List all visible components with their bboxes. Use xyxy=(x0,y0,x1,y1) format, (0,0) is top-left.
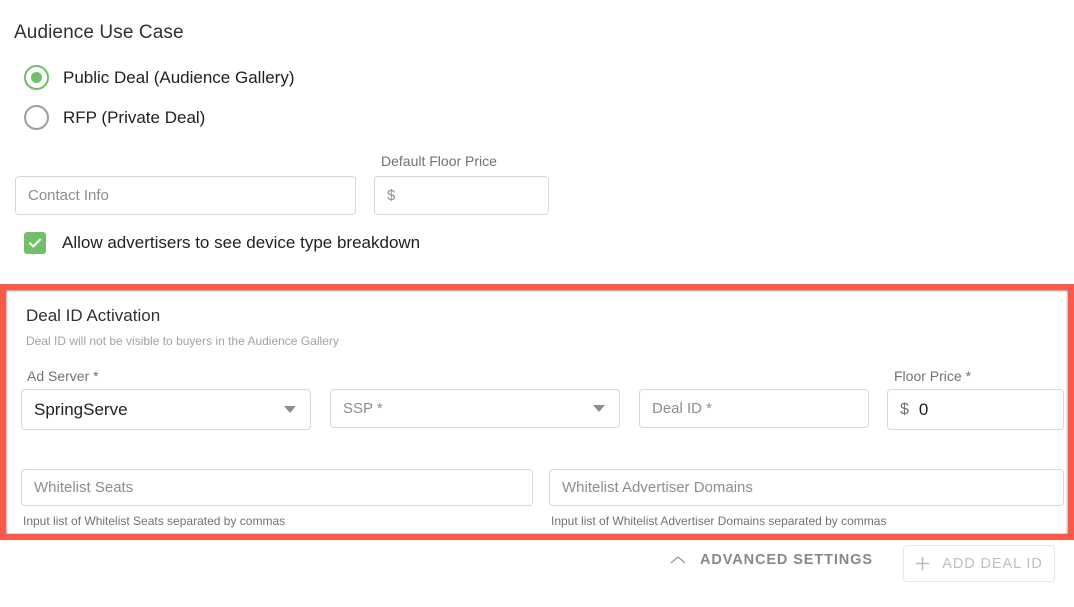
ad-server-select[interactable]: SpringServe xyxy=(21,389,311,430)
checkbox-checked-icon[interactable] xyxy=(24,232,46,254)
deal-id-activation-panel-body: Deal ID Activation Deal ID will not be v… xyxy=(6,290,1068,534)
ssp-select[interactable]: SSP * xyxy=(330,389,620,428)
device-type-breakdown-checkbox-row[interactable]: Allow advertisers to see device type bre… xyxy=(24,232,420,254)
advanced-settings-toggle[interactable]: ADVANCED SETTINGS xyxy=(670,552,873,568)
whitelist-advertiser-domains-input[interactable]: Whitelist Advertiser Domains xyxy=(549,469,1064,506)
contact-info-placeholder: Contact Info xyxy=(28,187,109,204)
audience-use-case-form: Audience Use Case Public Deal (Audience … xyxy=(0,0,1074,607)
floor-price-input[interactable]: $ 0 xyxy=(887,389,1064,430)
add-deal-id-button[interactable]: ADD DEAL ID xyxy=(903,545,1055,582)
currency-symbol: $ xyxy=(387,187,396,204)
whitelist-seats-placeholder: Whitelist Seats xyxy=(34,479,134,496)
deal-id-activation-subtitle: Deal ID will not be visible to buyers in… xyxy=(26,334,339,348)
deal-id-activation-title: Deal ID Activation xyxy=(26,306,161,325)
whitelist-seats-input[interactable]: Whitelist Seats xyxy=(21,469,533,506)
radio-public-deal-icon[interactable] xyxy=(24,65,49,90)
floor-price-label: Floor Price * xyxy=(894,368,972,384)
chevron-down-icon[interactable] xyxy=(284,406,296,413)
radio-rfp-icon[interactable] xyxy=(24,105,49,130)
whitelist-seats-hint: Input list of Whitelist Seats separated … xyxy=(23,514,286,528)
whitelist-advertiser-domains-hint: Input list of Whitelist Advertiser Domai… xyxy=(551,514,887,528)
whitelist-advertiser-domains-placeholder: Whitelist Advertiser Domains xyxy=(562,479,753,496)
deal-id-activation-panel: Deal ID Activation Deal ID will not be v… xyxy=(0,284,1074,540)
floor-price-value: 0 xyxy=(918,399,929,419)
ad-server-label: Ad Server * xyxy=(27,368,99,384)
add-deal-id-label: ADD DEAL ID xyxy=(942,555,1043,572)
page-title: Audience Use Case xyxy=(14,22,184,43)
default-floor-price-label: Default Floor Price xyxy=(381,153,497,169)
ad-server-value: SpringServe xyxy=(34,399,128,419)
advanced-settings-label: ADVANCED SETTINGS xyxy=(700,552,873,568)
radio-option-label: Public Deal (Audience Gallery) xyxy=(63,67,295,87)
radio-option-label: RFP (Private Deal) xyxy=(63,107,206,127)
chevron-down-icon[interactable] xyxy=(593,405,605,412)
currency-symbol: $ xyxy=(900,400,909,418)
deal-id-input[interactable]: Deal ID * xyxy=(639,389,869,428)
radio-option-public-deal[interactable]: Public Deal (Audience Gallery) xyxy=(24,65,295,90)
checkbox-label: Allow advertisers to see device type bre… xyxy=(62,233,421,252)
chevron-up-icon xyxy=(670,555,686,565)
deal-id-placeholder: Deal ID * xyxy=(652,400,713,417)
radio-option-rfp-private-deal[interactable]: RFP (Private Deal) xyxy=(24,105,205,130)
ssp-placeholder: SSP * xyxy=(343,400,383,417)
plus-icon xyxy=(915,556,942,571)
contact-info-input[interactable]: Contact Info xyxy=(15,176,356,215)
default-floor-price-input[interactable]: $ xyxy=(374,176,549,215)
radio-selected-dot xyxy=(31,72,42,83)
